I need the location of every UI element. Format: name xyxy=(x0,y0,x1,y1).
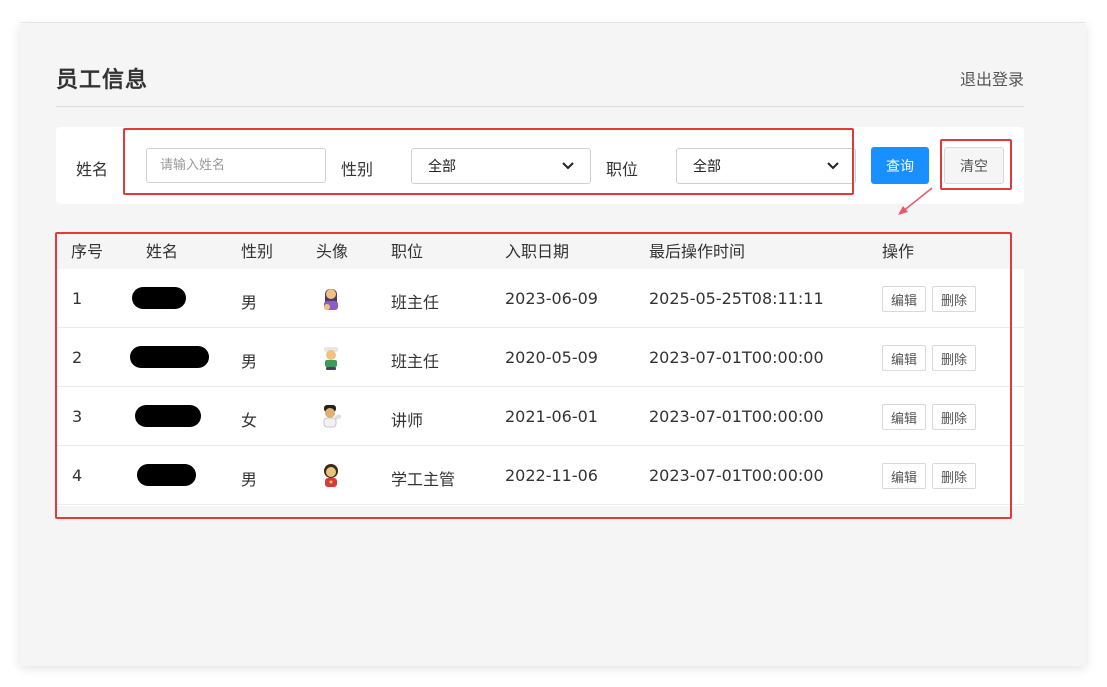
row-gender: 男 xyxy=(241,352,258,371)
row-entry-date: 2023-06-09 xyxy=(505,289,598,308)
row-position: 班主任 xyxy=(391,293,440,312)
column-header: 姓名 xyxy=(146,242,179,261)
column-header: 职位 xyxy=(391,242,424,261)
row-entry-date: 2021-06-01 xyxy=(505,407,598,426)
avatar-icon xyxy=(324,289,338,310)
column-header: 最后操作时间 xyxy=(649,242,746,261)
chevron-down-icon xyxy=(562,159,574,173)
logout-link[interactable]: 退出登录 xyxy=(960,66,1024,90)
row-updated-time: 2023-07-01T00:00:00 xyxy=(649,407,824,426)
row-gender: 女 xyxy=(241,411,258,430)
row-updated-time: 2023-07-01T00:00:00 xyxy=(649,348,824,367)
redacted-name xyxy=(135,405,201,427)
clear-button[interactable]: 清空 xyxy=(944,147,1004,184)
row-entry-date: 2022-11-06 xyxy=(505,466,598,485)
row-entry-date: 2020-05-09 xyxy=(505,348,598,367)
name-label: 姓名 xyxy=(76,160,109,179)
row-index: 3 xyxy=(72,407,83,426)
edit-button[interactable]: 编辑 xyxy=(882,463,926,489)
redacted-name xyxy=(130,346,209,368)
gender-label: 性别 xyxy=(341,160,374,179)
row-gender: 男 xyxy=(241,293,258,312)
table-row: 4 男 学工主管 2022-11-06 2023-07-01T00:00:00 … xyxy=(56,446,1024,505)
row-index: 2 xyxy=(72,348,83,367)
position-label: 职位 xyxy=(606,160,639,179)
delete-button[interactable]: 删除 xyxy=(932,286,976,312)
column-header: 头像 xyxy=(316,242,349,261)
delete-button[interactable]: 删除 xyxy=(932,404,976,430)
row-position: 讲师 xyxy=(391,411,424,430)
avatar-icon xyxy=(324,464,338,487)
position-select-value: 全部 xyxy=(693,159,721,175)
top-divider xyxy=(20,22,1086,23)
row-gender: 男 xyxy=(241,470,258,489)
row-index: 4 xyxy=(72,466,83,485)
page-title: 员工信息 xyxy=(56,68,149,93)
table-row: 2 男 班主任 2020-05-09 2023-07-01T00:00:00 编… xyxy=(56,328,1024,387)
column-header: 操作 xyxy=(882,242,915,261)
delete-button[interactable]: 删除 xyxy=(932,345,976,371)
table-row: 3 女 讲师 2021-06-01 2023-07-01T00:00:00 编辑… xyxy=(56,387,1024,446)
table-header: 序号 姓名 性别 头像 职位 入职日期 最后操作时间 操作 xyxy=(56,226,1024,269)
column-header: 性别 xyxy=(241,242,274,261)
row-position: 班主任 xyxy=(391,352,440,371)
employee-table: 序号 姓名 性别 头像 职位 入职日期 最后操作时间 操作 1 男 班主任 20… xyxy=(56,226,1024,506)
edit-button[interactable]: 编辑 xyxy=(882,286,926,312)
edit-button[interactable]: 编辑 xyxy=(882,404,926,430)
position-select[interactable]: 全部 xyxy=(676,148,856,184)
avatar-icon xyxy=(324,347,338,370)
row-updated-time: 2023-07-01T00:00:00 xyxy=(649,466,824,485)
chevron-down-icon xyxy=(827,159,839,173)
row-updated-time: 2025-05-25T08:11:11 xyxy=(649,289,824,308)
title-divider xyxy=(56,106,1024,107)
avatar-icon xyxy=(323,405,342,428)
query-button[interactable]: 查询 xyxy=(871,147,929,184)
column-header: 入职日期 xyxy=(505,242,570,261)
redacted-name xyxy=(132,287,186,309)
table-row: 1 男 班主任 2023-06-09 2025-05-25T08:11:11 编… xyxy=(56,269,1024,328)
gender-select-value: 全部 xyxy=(428,159,456,175)
delete-button[interactable]: 删除 xyxy=(932,463,976,489)
annotation-arrow-icon xyxy=(898,187,933,215)
redacted-name xyxy=(137,464,196,486)
row-index: 1 xyxy=(72,289,83,308)
row-position: 学工主管 xyxy=(391,470,456,489)
edit-button[interactable]: 编辑 xyxy=(882,345,926,371)
name-search-input[interactable] xyxy=(146,148,326,183)
gender-select[interactable]: 全部 xyxy=(411,148,591,184)
column-header: 序号 xyxy=(71,242,104,261)
